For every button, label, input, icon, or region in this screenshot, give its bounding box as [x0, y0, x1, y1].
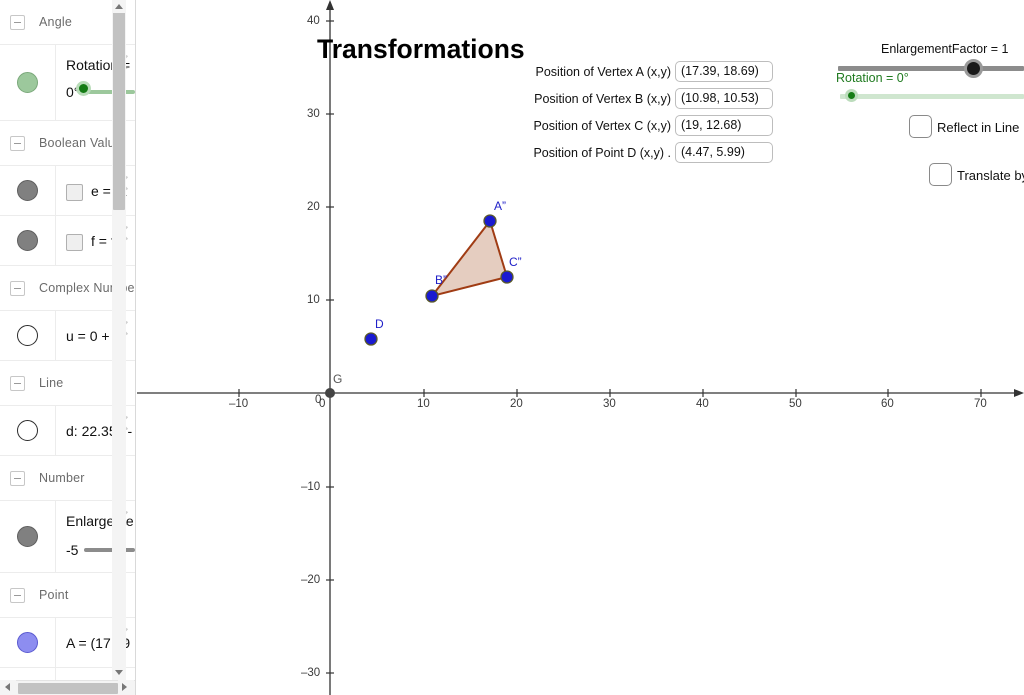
input-label: Position of Vertex B (x,y)	[534, 91, 671, 106]
visibility-marble-icon[interactable]	[17, 72, 38, 93]
visibility-toggle-cell[interactable]	[0, 216, 56, 265]
label-point-D: D	[375, 317, 384, 331]
input-label: Position of Vertex A (x,y)	[535, 64, 671, 79]
label-point-A2: A”	[494, 199, 506, 213]
visibility-marble-icon[interactable]	[17, 230, 38, 251]
translate-by-label: Translate by	[957, 168, 1024, 183]
x-tick-label: 70	[974, 398, 987, 410]
visibility-marble-icon[interactable]	[17, 632, 38, 653]
point-d-input[interactable]: (4.47, 5.99)	[675, 142, 773, 163]
visibility-toggle-cell[interactable]	[0, 501, 56, 572]
vertex-b-input[interactable]: (10.98, 10.53)	[675, 88, 773, 109]
y-tick-label: 20	[307, 201, 320, 213]
boolean-checkbox-f[interactable]	[66, 233, 83, 251]
y-tick-label: 0	[315, 394, 322, 406]
rotation-slider[interactable]	[76, 81, 135, 96]
graphics-view[interactable]: –10 0 10 20 30 40 50 60 70 40 30 20 10 0…	[137, 0, 1024, 695]
visibility-toggle-cell[interactable]	[0, 311, 56, 360]
y-tick-label: 10	[307, 294, 320, 306]
boolean-checkbox-e[interactable]	[66, 183, 83, 201]
algebra-group-label: Angle	[39, 15, 72, 29]
enlargement-factor-label: EnlargementFactor = 1	[881, 42, 1009, 56]
visibility-marble-icon[interactable]	[17, 420, 38, 441]
vertex-a-input[interactable]: (17.39, 18.69)	[675, 61, 773, 82]
algebra-row-value: -5	[66, 542, 79, 558]
y-tick-label: 30	[307, 108, 320, 120]
input-row-vertex-c: Position of Vertex C (x,y) (19, 12.68)	[531, 112, 773, 139]
x-tick-label: 30	[603, 398, 616, 410]
point-A2	[483, 214, 497, 228]
collapse-icon[interactable]	[10, 280, 25, 296]
input-label: Position of Point D (x,y) .	[533, 145, 671, 160]
x-tick-label: 40	[696, 398, 709, 410]
collapse-icon[interactable]	[10, 135, 25, 151]
collapse-icon[interactable]	[10, 375, 25, 391]
collapse-icon[interactable]	[10, 14, 25, 30]
x-tick-label: 10	[417, 398, 430, 410]
sidebar-horizontal-scrollbar[interactable]	[0, 680, 135, 695]
rotation-label: Rotation = 0°	[836, 71, 909, 85]
scroll-left-icon[interactable]	[0, 680, 16, 694]
scroll-down-icon[interactable]	[112, 666, 126, 679]
visibility-toggle-cell[interactable]	[0, 406, 56, 455]
visibility-toggle-cell[interactable]	[0, 618, 56, 667]
input-label: Position of Vertex C (x,y)	[533, 118, 671, 133]
enlargement-slider[interactable]	[84, 548, 135, 552]
scroll-right-icon[interactable]	[118, 680, 134, 694]
x-tick-label: 60	[881, 398, 894, 410]
point-D	[364, 332, 378, 346]
y-tick-label: 40	[307, 15, 320, 27]
visibility-marble-icon[interactable]	[17, 325, 38, 346]
point-C2	[500, 270, 514, 284]
visibility-toggle-cell[interactable]	[0, 45, 56, 120]
collapse-icon[interactable]	[10, 587, 25, 603]
visibility-marble-icon[interactable]	[17, 526, 38, 547]
algebra-view-sidebar: Angle Rotation = 0° Boolean Value e = fa…	[0, 0, 136, 695]
reflect-in-line-checkbox[interactable]	[909, 115, 932, 138]
rotation-slider-knob[interactable]	[76, 81, 92, 96]
sidebar-horizontal-scrollbar-thumb[interactable]	[18, 683, 118, 694]
collapse-icon[interactable]	[10, 470, 25, 486]
label-point-C2: C”	[509, 255, 522, 269]
vertex-c-input[interactable]: (19, 12.68)	[675, 115, 773, 136]
y-tick-label: –20	[301, 574, 321, 586]
vertex-position-inputs: Position of Vertex A (x,y) (17.39, 18.69…	[531, 58, 773, 166]
x-tick-label: –10	[229, 398, 249, 410]
translate-by-checkbox[interactable]	[929, 163, 952, 186]
input-row-point-d: Position of Point D (x,y) . (4.47, 5.99)	[531, 139, 773, 166]
algebra-group-label: Point	[39, 588, 69, 602]
input-row-vertex-b: Position of Vertex B (x,y) (10.98, 10.53…	[531, 85, 773, 112]
sidebar-vertical-scrollbar-thumb[interactable]	[113, 12, 125, 210]
input-row-vertex-a: Position of Vertex A (x,y) (17.39, 18.69…	[531, 58, 773, 85]
scroll-up-icon[interactable]	[112, 0, 126, 13]
rotation-slider-track[interactable]	[840, 94, 1024, 99]
y-tick-label: –10	[301, 481, 321, 493]
point-G	[325, 388, 335, 398]
visibility-marble-icon[interactable]	[17, 180, 38, 201]
y-tick-label: –30	[301, 667, 321, 679]
visibility-toggle-cell[interactable]	[0, 166, 56, 215]
algebra-group-label: Number	[39, 471, 85, 485]
algebra-group-label: Line	[39, 376, 64, 390]
point-B2	[425, 289, 439, 303]
page-title: Transformations	[317, 34, 525, 64]
sidebar-vertical-scrollbar[interactable]	[112, 0, 126, 680]
reflect-in-line-label: Reflect in Line	[937, 120, 1020, 135]
geogebra-window: Angle Rotation = 0° Boolean Value e = fa…	[0, 0, 1024, 695]
x-tick-label: 50	[789, 398, 802, 410]
label-point-G: G	[333, 372, 343, 386]
enlargement-factor-slider-knob[interactable]	[964, 59, 983, 78]
x-tick-label: 20	[510, 398, 523, 410]
algebra-group-label: Boolean Value	[39, 136, 122, 150]
label-point-B2: B”	[435, 273, 447, 287]
rotation-slider-knob[interactable]	[845, 89, 858, 102]
